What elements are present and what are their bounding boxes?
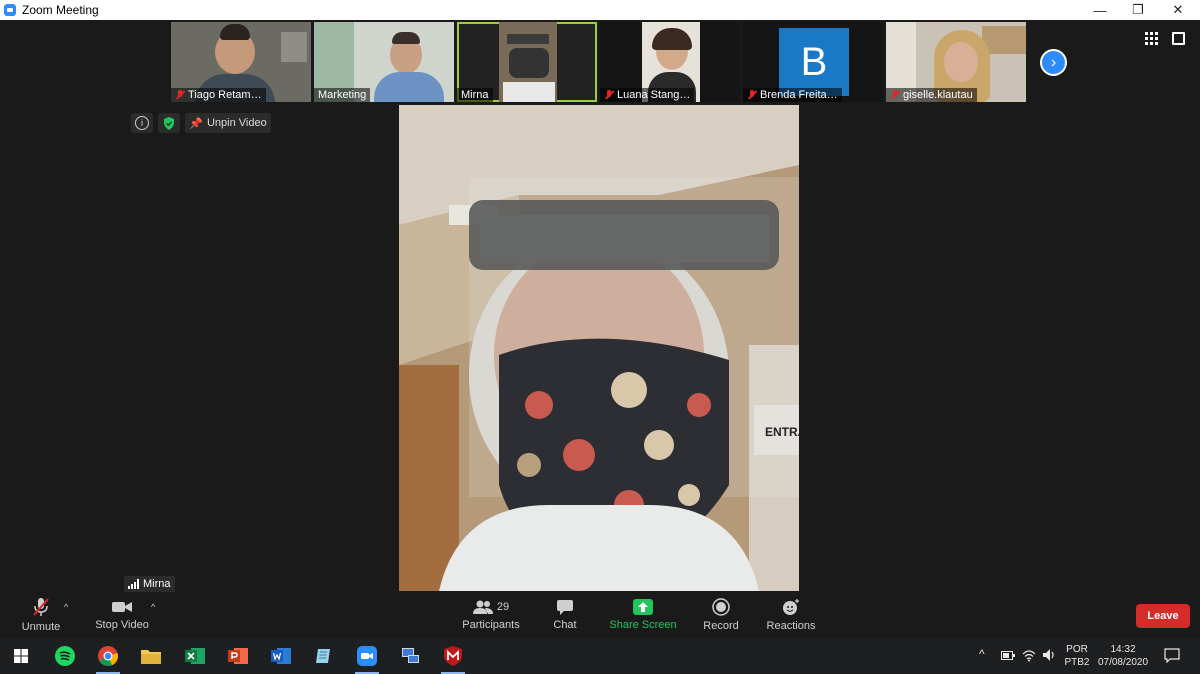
record-label: Record (703, 620, 739, 632)
tray-chevron-up-icon[interactable]: ^ (979, 648, 985, 661)
muted-mic-icon (747, 90, 757, 100)
unmute-button[interactable]: Unmute (18, 592, 64, 638)
windows-start-icon[interactable] (7, 642, 35, 670)
chat-label: Chat (553, 619, 577, 631)
share-screen-button[interactable]: Share Screen (609, 592, 677, 638)
wall-sign-text: ENTRA (765, 425, 799, 439)
record-button[interactable]: Record (700, 592, 742, 638)
powerpoint-icon[interactable] (224, 642, 252, 670)
participant-coat (503, 82, 555, 102)
volume-icon[interactable] (1042, 648, 1056, 662)
clock[interactable]: 14:32 07/08/2020 (1094, 643, 1152, 669)
window-titlebar: Zoom Meeting — ❐ ✕ (0, 0, 1200, 20)
grid-icon[interactable] (1145, 32, 1158, 45)
participant-body (374, 72, 444, 102)
background-frame (281, 32, 307, 62)
close-button[interactable]: ✕ (1156, 0, 1200, 20)
video-options-caret[interactable]: ^ (151, 602, 155, 612)
participant-thumbnail[interactable]: Tiago Retam… (171, 22, 311, 102)
active-speaker-name: Mirna (143, 578, 171, 590)
participant-thumbnail-active[interactable]: Mirna (457, 22, 597, 102)
participant-thumbnail[interactable]: Luana Stang… (600, 22, 740, 102)
participant-name: Mirna (457, 88, 493, 102)
record-icon (712, 598, 730, 616)
chat-button[interactable]: Chat (546, 592, 584, 638)
window-title: Zoom Meeting (22, 3, 99, 17)
chrome-icon[interactable] (94, 642, 122, 674)
muted-mic-icon (33, 598, 49, 616)
participants-button[interactable]: 29 Participants (460, 592, 522, 638)
participant-name: giselle.klautau (886, 88, 977, 102)
participant-thumbnail[interactable]: B Brenda Freita… (743, 22, 883, 102)
network-app-icon[interactable] (396, 642, 424, 670)
chat-icon (557, 600, 573, 615)
unpin-video-button[interactable]: 📌 Unpin Video (185, 113, 271, 133)
info-icon: i (135, 116, 149, 130)
face-shield-band (507, 34, 549, 44)
participant-name: Luana Stang… (600, 88, 695, 102)
share-screen-label: Share Screen (609, 619, 677, 631)
chevron-right-icon: › (1050, 53, 1057, 71)
participant-hair (392, 32, 420, 44)
muted-mic-icon (175, 90, 185, 100)
clock-date: 07/08/2020 (1097, 657, 1149, 668)
stop-video-button[interactable]: Stop Video (93, 592, 151, 638)
leave-meeting-button[interactable]: Leave (1136, 604, 1190, 628)
pinned-video[interactable]: ENTRA (399, 105, 799, 591)
battery-icon[interactable] (1001, 651, 1015, 660)
meeting-info-button[interactable]: i (131, 113, 153, 133)
participant-thumbnail[interactable]: Marketing (314, 22, 454, 102)
excel-icon[interactable] (181, 642, 209, 670)
reactions-button[interactable]: Reactions (766, 592, 816, 638)
zoom-app-icon (4, 4, 16, 16)
language-code: POR (1066, 644, 1088, 655)
share-screen-icon (633, 599, 653, 615)
keyboard-layout: PTB2 (1064, 657, 1090, 668)
reactions-label: Reactions (766, 620, 816, 632)
face-mask (509, 48, 549, 78)
word-icon[interactable] (267, 642, 295, 670)
restore-button[interactable]: ❐ (1116, 0, 1160, 20)
next-page-button[interactable]: › (1040, 49, 1067, 76)
meeting-toolbar: Unmute ^ Stop Video ^ 29 Participants Ch… (0, 592, 1200, 638)
participants-label: Participants (462, 619, 520, 631)
participant-name: Tiago Retam… (171, 88, 266, 102)
active-speaker-label: Mirna (124, 576, 175, 592)
video-frame (399, 105, 799, 591)
audio-options-caret[interactable]: ^ (64, 602, 68, 612)
participants-count: 29 (496, 601, 510, 613)
notepad-icon[interactable] (310, 642, 338, 670)
participant-hair (220, 24, 250, 40)
video-camera-icon (112, 602, 132, 612)
spotify-icon[interactable] (51, 642, 79, 670)
zoom-icon[interactable] (353, 642, 381, 674)
mcafee-icon[interactable] (439, 642, 467, 674)
reactions-icon (783, 599, 799, 615)
participant-thumbnail[interactable]: giselle.klautau (886, 22, 1026, 102)
unmute-label: Unmute (21, 621, 61, 633)
unpin-video-label: Unpin Video (206, 117, 267, 129)
notifications-icon[interactable] (1164, 648, 1180, 663)
file-explorer-icon[interactable] (137, 642, 165, 670)
participant-name: Marketing (314, 88, 371, 102)
fullscreen-icon[interactable] (1172, 32, 1185, 45)
shield-icon (164, 116, 174, 130)
wifi-icon[interactable] (1022, 648, 1036, 662)
muted-mic-icon (890, 90, 900, 100)
input-language-indicator[interactable]: POR PTB2 (1064, 643, 1090, 669)
participants-icon (472, 600, 493, 614)
security-button[interactable] (158, 113, 180, 133)
clock-time: 14:32 (1110, 644, 1136, 655)
stop-video-label: Stop Video (95, 619, 149, 631)
pin-icon: 📌 (189, 117, 203, 130)
muted-mic-icon (604, 90, 614, 100)
participant-face (944, 42, 978, 82)
windows-taskbar: ^ POR PTB2 14:32 07/08/2020 (0, 638, 1200, 674)
participant-name: Brenda Freita… (743, 88, 842, 102)
signal-bars-icon (128, 579, 139, 589)
participant-initial-avatar: B (779, 28, 849, 96)
